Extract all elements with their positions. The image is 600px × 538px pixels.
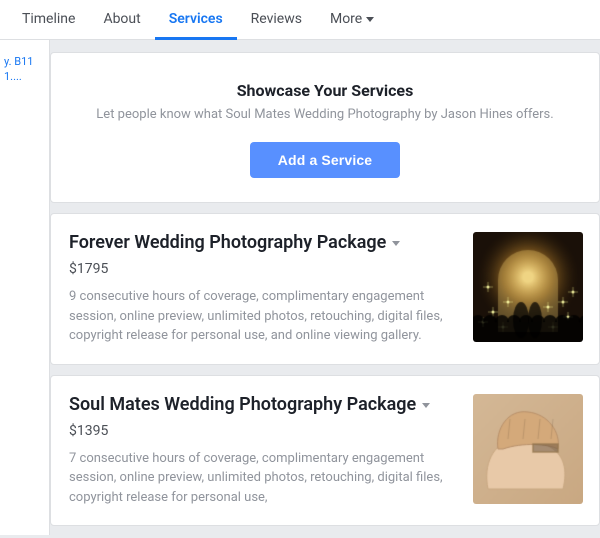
tab-services[interactable]: Services [155, 1, 237, 40]
service-info-2: Soul Mates Wedding Photography Package $… [69, 394, 459, 508]
service-card-1: Forever Wedding Photography Package $179… [50, 213, 600, 365]
service-image-2 [473, 394, 583, 504]
showcase-card: Showcase Your Services Let people know w… [50, 52, 600, 203]
service-name-2: Soul Mates Wedding Photography Package [69, 394, 459, 415]
tab-reviews[interactable]: Reviews [237, 1, 316, 40]
service-info-1: Forever Wedding Photography Package $179… [69, 232, 459, 346]
service-image-1 [473, 232, 583, 342]
tab-navigation: Timeline About Services Reviews More [0, 0, 600, 40]
chevron-down-icon [366, 17, 374, 22]
tab-about[interactable]: About [89, 1, 154, 40]
add-service-button[interactable]: Add a Service [250, 142, 400, 178]
tab-timeline[interactable]: Timeline [8, 1, 89, 40]
service-card-2: Soul Mates Wedding Photography Package $… [50, 375, 600, 527]
service-description-2: 7 consecutive hours of coverage, complim… [69, 449, 459, 508]
service-expand-icon-2[interactable] [422, 403, 430, 408]
content-area: Showcase Your Services Let people know w… [50, 40, 600, 538]
service-price-2: $1395 [69, 423, 459, 439]
sidebar-panel: y. B111.... [0, 40, 50, 535]
sidebar-text: y. B111.... [0, 40, 49, 99]
showcase-subtitle: Let people know what Soul Mates Wedding … [71, 106, 579, 124]
service-name-1: Forever Wedding Photography Package [69, 232, 459, 253]
showcase-title: Showcase Your Services [71, 81, 579, 100]
tab-more[interactable]: More [316, 1, 388, 40]
service-description-1: 9 consecutive hours of coverage, complim… [69, 287, 459, 346]
service-price-1: $1795 [69, 261, 459, 277]
service-expand-icon-1[interactable] [392, 241, 400, 246]
main-content: Showcase Your Services Let people know w… [50, 40, 600, 538]
